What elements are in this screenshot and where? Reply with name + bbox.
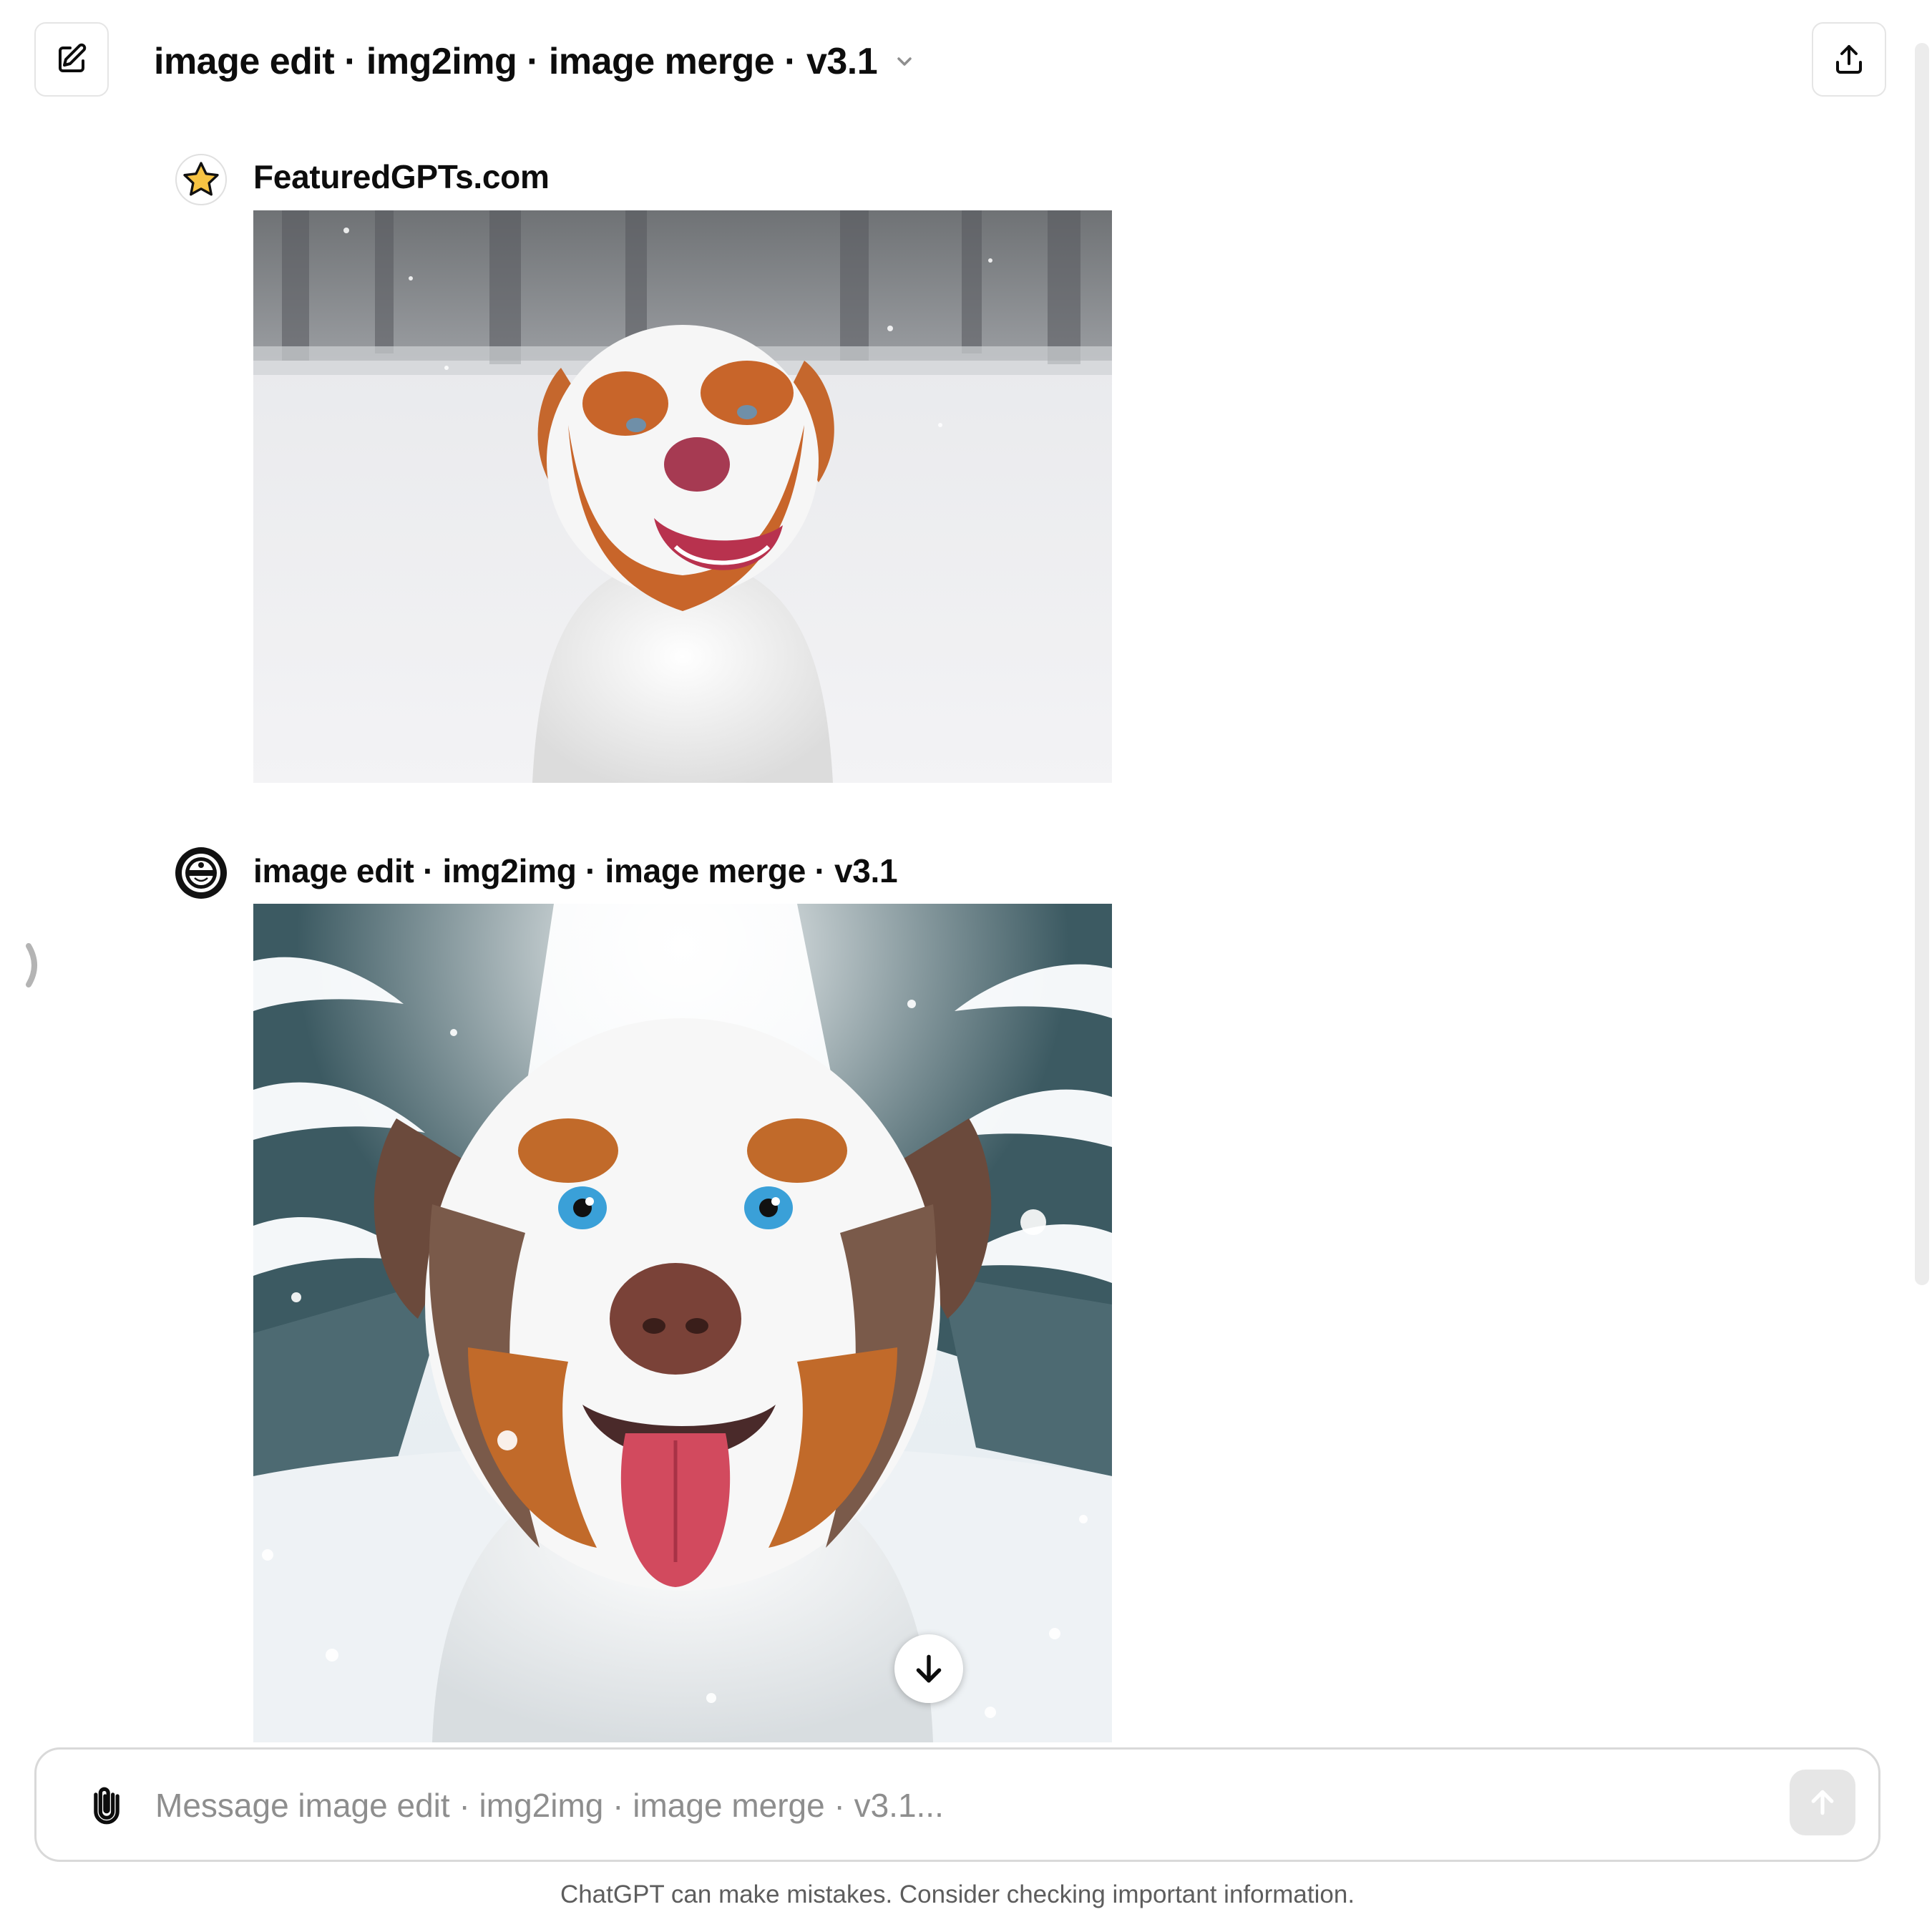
gpt-avatar [175,847,227,899]
user-uploaded-image[interactable] [253,210,1112,783]
sidebar-toggle[interactable] [24,943,46,987]
chevron-right-icon [26,943,37,987]
message-composer [34,1747,1880,1862]
message-input[interactable] [154,1774,1731,1837]
paperclip-icon [94,1787,119,1825]
download-image-button[interactable] [894,1634,963,1703]
gpt-logo-icon [182,854,220,892]
chevron-down-icon [893,50,916,73]
chat-page: image edit · img2img · image merge · v3.… [0,0,1932,1932]
scrollbar[interactable] [1915,43,1929,1285]
edit-pencil-icon [59,43,87,72]
star-icon [183,162,219,196]
generated-image[interactable] [253,904,1112,1742]
page-title: image edit · img2img · image merge · v3.… [154,41,878,82]
message-sender-name: image edit · img2img · image merge · v3.… [253,852,898,889]
share-upload-icon [1836,45,1862,74]
share-button[interactable] [1812,22,1886,97]
disclaimer-text: ChatGPT can make mistakes. Consider chec… [560,1880,1355,1908]
user-avatar [175,154,227,205]
gpt-title-dropdown[interactable]: image edit · img2img · image merge · v3.… [154,36,916,87]
arrow-up-icon [1811,1790,1834,1815]
attach-file-button[interactable] [78,1777,135,1834]
message-sender-name: FeaturedGPTs.com [253,158,550,195]
new-chat-button[interactable] [34,22,109,97]
arrow-down-icon [916,1654,942,1683]
send-button[interactable] [1790,1770,1855,1835]
